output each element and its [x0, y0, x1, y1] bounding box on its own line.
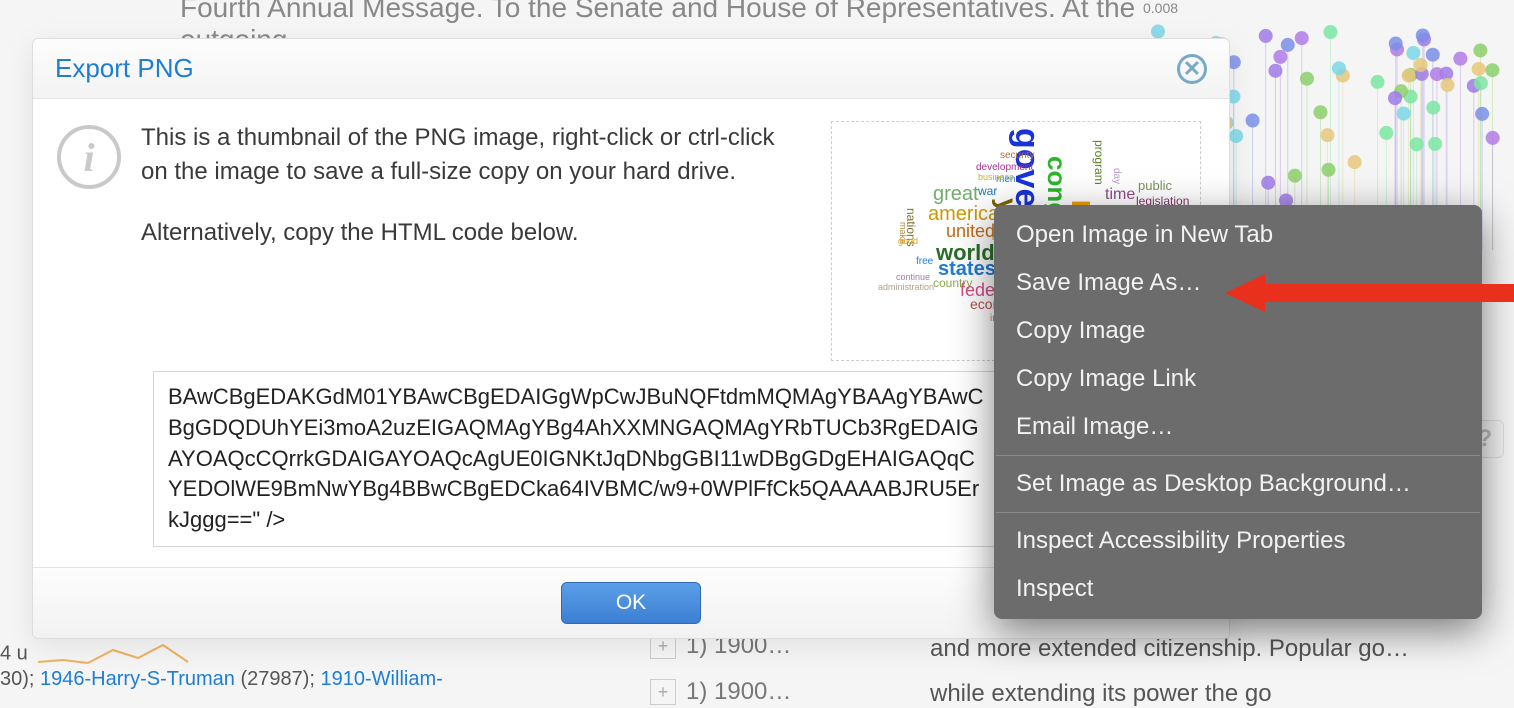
dialog-title: Export PNG [55, 53, 194, 84]
context-menu-item[interactable]: Inspect [994, 565, 1482, 613]
plus-icon[interactable]: + [650, 679, 676, 705]
context-menu-item[interactable]: Save Image As… [994, 259, 1482, 307]
bg-links-bottom: 4 u 30); 1946-Harry-S-Truman (27987); 19… [0, 640, 443, 691]
context-menu-separator [996, 512, 1480, 513]
wordcloud-word: administration [878, 282, 934, 292]
context-menu: Open Image in New TabSave Image As…Copy … [994, 205, 1482, 619]
wordcloud-word: day [1111, 168, 1122, 184]
wordcloud-word: security [1000, 150, 1034, 161]
wordcloud-word: free [916, 256, 933, 267]
dialog-header: Export PNG ✕ [33, 39, 1229, 99]
wordcloud-word: war [978, 184, 997, 198]
html-code-textarea[interactable]: BAwCBgEDAKGdM01YBAwCBgEDAIGgWpCwJBuNQFtd… [153, 371, 1003, 547]
context-menu-item[interactable]: Email Image… [994, 403, 1482, 451]
bg-snippet-right-2: while extending its power the go [930, 680, 1272, 708]
close-icon[interactable]: ✕ [1177, 54, 1207, 84]
wordcloud-word: time [1105, 186, 1135, 204]
wordcloud-word: program [1092, 140, 1106, 185]
link-truman[interactable]: 1946-Harry-S-Truman [40, 668, 235, 690]
ok-button[interactable]: OK [561, 582, 701, 624]
context-menu-separator [996, 455, 1480, 456]
context-menu-item[interactable]: Copy Image [994, 307, 1482, 355]
link-william[interactable]: 1910-William- [321, 668, 443, 690]
context-menu-item[interactable]: Copy Image Link [994, 355, 1482, 403]
info-icon: i [57, 125, 121, 189]
wordcloud-word: public [1138, 178, 1172, 193]
wordcloud-word: country [933, 276, 972, 290]
wordcloud-word: good [898, 236, 918, 246]
dialog-body-text: This is a thumbnail of the PNG image, ri… [141, 121, 811, 361]
bg-list-row-2: + 1) 1900… [650, 678, 791, 706]
context-menu-item[interactable]: Set Image as Desktop Background… [994, 460, 1482, 508]
context-menu-item[interactable]: Inspect Accessibility Properties [994, 517, 1482, 565]
wordcloud-word: united [946, 221, 995, 242]
bg-snippet-right-1: and more extended citizenship. Popular g… [930, 635, 1409, 663]
context-menu-item[interactable]: Open Image in New Tab [994, 211, 1482, 259]
wordcloud-word: continue [896, 272, 930, 282]
wordcloud-word: business [978, 172, 1014, 182]
